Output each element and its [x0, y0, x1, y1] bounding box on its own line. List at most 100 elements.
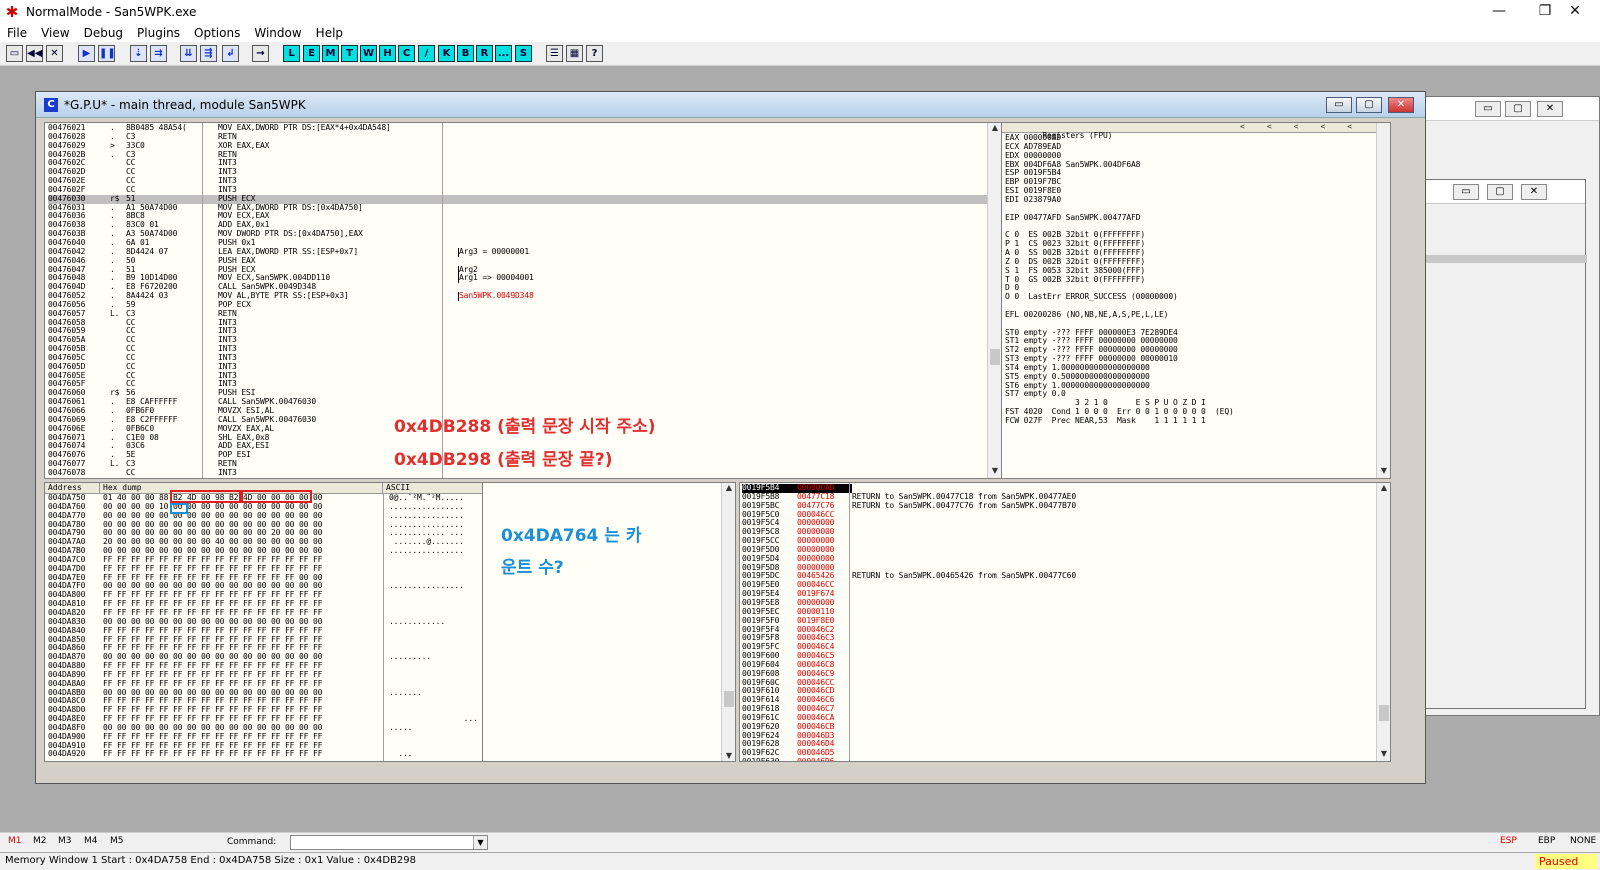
register-line[interactable]: FCW 027F Prec NEAR,53 Mask 1 1 1 1 1 1 [1005, 416, 1375, 426]
bg2-minimize-icon[interactable]: ▭ [1453, 184, 1479, 200]
dump-row[interactable]: 004DA780 00 00 00 00 00 00 00 00 00 00 00… [48, 521, 488, 530]
stack-row[interactable]: 0019F600 000046C5 [742, 652, 1372, 661]
stack-row[interactable]: 0019F61C 000046CA [742, 714, 1372, 723]
disasm-row[interactable]: 00476059 CC INT3 [48, 327, 988, 336]
trace-over-icon[interactable]: ⇶ [200, 45, 217, 62]
disasm-row[interactable]: 00476061. E8 CAFFFFFF CALL San5WPK.0047603… [48, 398, 988, 407]
disasm-row[interactable]: 00476036. 8BC8 MOV ECX,EAX [48, 212, 988, 221]
menu-options[interactable]: Options [187, 26, 247, 40]
marker-m1[interactable]: M1 [8, 836, 22, 846]
minimize-button[interactable]: — [1476, 0, 1522, 24]
marker-m4[interactable]: M4 [84, 836, 98, 846]
registers-pane[interactable]: Registers (FPU) <<<<< EAX 000000AD ECX AD… [1001, 122, 1391, 479]
stack-row[interactable]: 0019F5DC 00465426 RETURN to San5WPK.004654… [742, 572, 1372, 581]
dump-row[interactable]: 004DA850 FF FF FF FF FF FF FF FF FF FF FF… [48, 636, 488, 645]
toolbar-help-button[interactable]: ? [586, 45, 603, 62]
dump-row[interactable]: 004DA7D0 FF FF FF FF FF FF FF FF FF FF FF… [48, 565, 488, 574]
scroll-down-icon[interactable]: ▼ [988, 466, 1001, 478]
dump-address-header[interactable]: Address [45, 483, 100, 494]
toolbar-runtrace-button[interactable]: ... [495, 45, 512, 62]
stack-row[interactable]: 0019F5CC 00000000 [742, 537, 1372, 546]
disasm-row[interactable]: 0047605E CC INT3 [48, 372, 988, 381]
dump-row[interactable]: 004DA840 FF FF FF FF FF FF FF FF FF FF FF… [48, 627, 488, 636]
scroll-up-icon[interactable]: ▲ [722, 483, 735, 495]
disasm-row[interactable]: 0047605D CC INT3 [48, 363, 988, 372]
dump-row[interactable]: 004DA8A0 FF FF FF FF FF FF FF FF FF FF FF… [48, 680, 488, 689]
registers-scrollbar[interactable]: ▼ [1376, 123, 1390, 478]
register-nav-arrows-icon[interactable]: <<<<< [1240, 123, 1374, 132]
register-line[interactable]: T 0 GS 002B 32bit 0(FFFFFFFF) [1005, 275, 1375, 285]
esp-toggle[interactable]: ESP [1500, 836, 1517, 846]
disasm-row[interactable]: 0047602D CC INT3 [48, 168, 988, 177]
scroll-down-icon[interactable]: ▼ [1377, 749, 1390, 761]
dump-row[interactable]: 004DA7A0 20 00 00 00 00 00 00 00 40 00 00… [48, 538, 488, 547]
stack-pane[interactable]: 0019F5B4 000000AD 0019F5B8 00477C18 RETURN t… [739, 482, 1391, 762]
dump-row[interactable]: 004DA7C0 FF FF FF FF FF FF FF FF FF FF FF… [48, 556, 488, 565]
disasm-row[interactable]: 00476038. 83C0 01 ADD EAX,0x1 [48, 221, 988, 230]
ebp-toggle[interactable]: EBP [1538, 836, 1555, 846]
execute-till-return-icon[interactable]: ↲ [222, 45, 239, 62]
dump-row[interactable]: 004DA900 FF FF FF FF FF FF FF FF FF FF FF… [48, 733, 488, 742]
dump-row[interactable]: 004DA920 FF FF FF FF FF FF FF FF FF FF FF… [48, 750, 488, 759]
toolbar-memory-button[interactable]: M [322, 45, 339, 62]
step-over-icon[interactable]: ⇉ [150, 45, 167, 62]
register-line[interactable]: EFL 00200286 (NO,NB,NE,A,S,PE,L,LE) [1005, 310, 1375, 320]
command-input[interactable]: ▼ [290, 835, 488, 850]
disasm-row[interactable]: 00476048. B9 10D14D00 MOV ECX,San5WPK.004D… [48, 274, 988, 284]
disasm-row[interactable]: 0047602C CC INT3 [48, 159, 988, 168]
restart-icon[interactable]: ◀◀ [26, 45, 43, 62]
stack-row[interactable]: 0019F618 000046C7 [742, 705, 1372, 714]
cpu-window[interactable]: C *G.P.U* - main thread, module San5WPK … [35, 91, 1426, 784]
stack-scrollbar[interactable]: ▲ ▼ [1376, 483, 1390, 761]
toolbar-modules-button[interactable]: E [303, 45, 320, 62]
stack-row[interactable]: 0019F5B4 000000AD [742, 484, 1372, 493]
marker-m2[interactable]: M2 [33, 836, 47, 846]
dump-row[interactable]: 004DA790 00 00 00 00 00 00 00 00 00 00 00… [48, 529, 488, 538]
menu-help[interactable]: Help [309, 26, 350, 40]
bg1-close-icon[interactable]: ✕ [1537, 101, 1563, 117]
stack-row[interactable]: 0019F628 000046D4 [742, 740, 1372, 749]
dump-row[interactable]: 004DA7E0 FF FF FF FF FF FF FF FF FF FF FF… [48, 574, 488, 583]
dump-row[interactable]: 004DA7F0 00 00 00 00 00 00 00 00 00 00 00… [48, 582, 488, 591]
none-toggle[interactable]: NONE [1570, 836, 1596, 846]
disasm-row[interactable]: 00476060 r$ 56 PUSH ESI [48, 389, 988, 398]
step-into-icon[interactable]: ⇣ [130, 45, 147, 62]
disasm-row[interactable]: 00476057 L. C3 RETN [48, 310, 988, 319]
register-line[interactable]: EIP 00477AFD San5WPK.00477AFD [1005, 213, 1375, 223]
dump-row[interactable]: 004DA8E0 FF FF FF FF FF FF FF FF FF FF FF… [48, 715, 488, 724]
stack-row[interactable]: 0019F5E8 00000000 [742, 599, 1372, 608]
close-button[interactable]: ✕ [1552, 0, 1598, 24]
dump-row[interactable]: 004DA800 FF FF FF FF FF FF FF FF FF FF FF… [48, 591, 488, 600]
disasm-row[interactable]: 00476052. 8A4424 03 MOV AL,BYTE PTR SS:[ES… [48, 292, 988, 301]
cpu-close-icon[interactable]: ✕ [1388, 97, 1414, 113]
dump-row[interactable]: 004DA760 00 00 00 00 10 00 00 00 00 00 00… [48, 503, 488, 512]
stack-row[interactable]: 0019F5BC 00477C76 RETURN to San5WPK.00477C… [742, 502, 1372, 511]
stack-row[interactable]: 0019F620 000046CB [742, 723, 1372, 732]
chevron-down-icon[interactable]: ▼ [473, 836, 487, 849]
disasm-row[interactable]: 00476031. A1 50A74D00 MOV EAX,DWORD PTR DS… [48, 204, 988, 213]
disasm-row[interactable]: 0047604D. E8 F6720200 CALL San5WPK.0049D34… [48, 283, 988, 292]
scroll-up-icon[interactable]: ▲ [988, 123, 1001, 135]
dump-row[interactable]: 004DA890 FF FF FF FF FF FF FF FF FF FF FF… [48, 671, 488, 680]
disasm-row[interactable]: 0047602B. C3 RETN [48, 151, 988, 160]
run-icon[interactable]: ▶ [78, 45, 95, 62]
open-file-icon[interactable]: ▭ [6, 45, 23, 62]
stack-row[interactable]: 0019F5D8 00000000 [742, 564, 1372, 573]
stack-row[interactable]: 0019F608 000046C9 [742, 670, 1372, 679]
scroll-thumb[interactable] [724, 691, 734, 707]
stack-row[interactable]: 0019F5B8 00477C18 RETURN to San5WPK.00477C… [742, 493, 1372, 502]
disasm-row[interactable]: 0047605A CC INT3 [48, 336, 988, 345]
stack-row[interactable]: 0019F630000046D6 [742, 758, 1372, 761]
trace-into-icon[interactable]: ⇊ [180, 45, 197, 62]
list-view-icon[interactable]: ☰ [546, 45, 563, 62]
stack-row[interactable]: 0019F5E4 0019F674 [742, 590, 1372, 599]
stack-row[interactable]: 0019F610 000046CD [742, 687, 1372, 696]
disasm-row[interactable]: 00476042. 8D4424 07 LEA EAX,DWORD PTR SS:[… [48, 247, 988, 257]
disasm-row[interactable]: 00476047. 51 PUSH ECX Arg2 [48, 265, 988, 275]
stack-row[interactable]: 0019F624 000046D3 [742, 732, 1372, 741]
dump-ascii-header[interactable]: ASCII [383, 483, 483, 494]
menu-view[interactable]: View [34, 26, 76, 40]
disasm-row[interactable]: 0047602E CC INT3 [48, 177, 988, 186]
stack-row[interactable]: 0019F5F8 000046C3 [742, 634, 1372, 643]
dump-row[interactable]: 004DA910 FF FF FF FF FF FF FF FF FF FF FF… [48, 742, 488, 751]
